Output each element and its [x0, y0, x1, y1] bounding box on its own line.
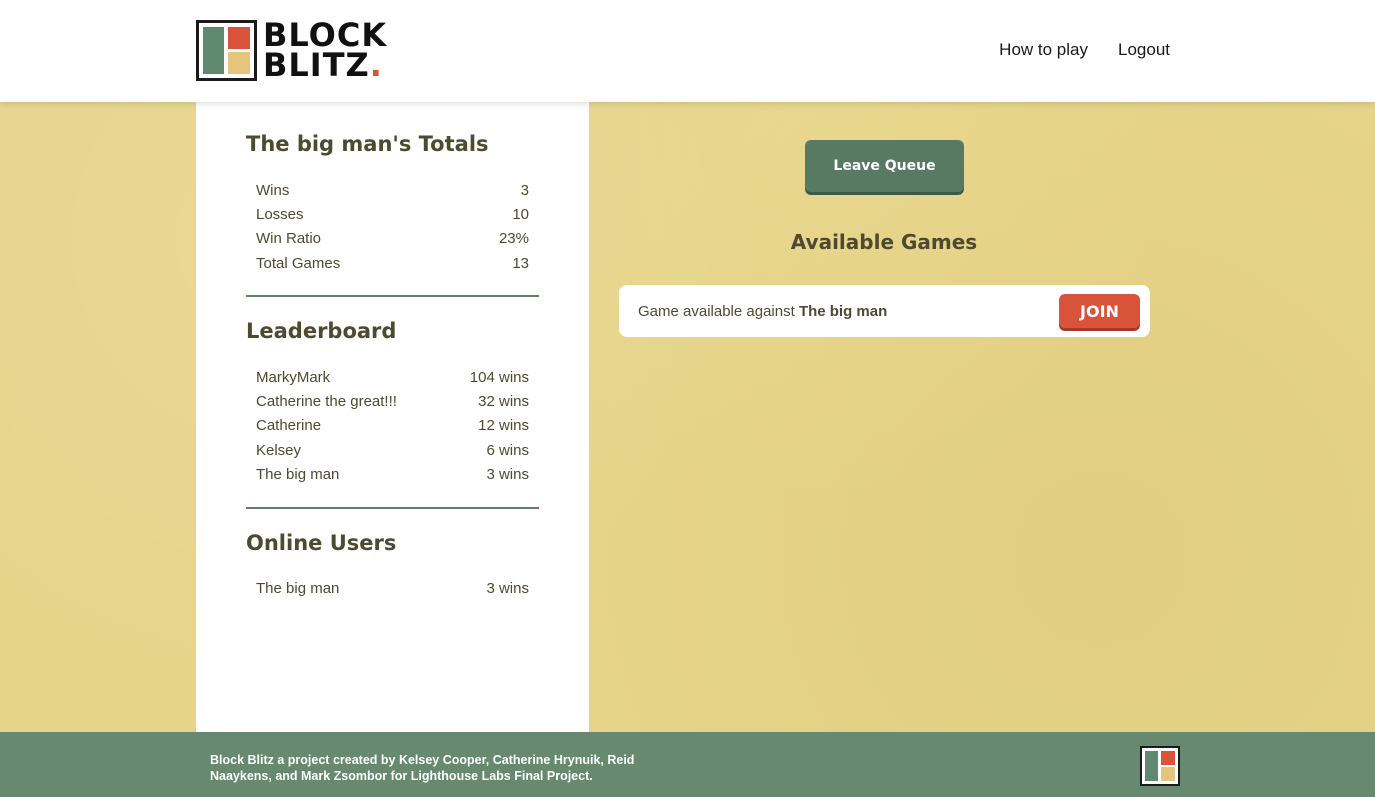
stat-value: 13	[512, 254, 529, 272]
stat-label: Wins	[256, 181, 290, 199]
leaderboard-row: Kelsey 6 wins	[246, 438, 539, 462]
leave-queue-button[interactable]: Leave Queue	[805, 140, 964, 192]
online-users-title: Online Users	[246, 530, 397, 555]
stat-row-wins: Wins 3	[246, 178, 539, 202]
player-name: The big man	[256, 466, 340, 484]
game-opponent: The big man	[798, 302, 888, 320]
leaderboard-row: The big man 3 wins	[246, 462, 539, 486]
site-header: BLOCK BLITZ. How to play Logout	[0, 0, 1375, 102]
logo-dot: .	[369, 46, 383, 84]
leaderboard-list: MarkyMark 104 wins Catherine the great!!…	[246, 365, 539, 486]
leaderboard-row: Catherine the great!!! 32 wins	[246, 389, 539, 413]
player-wins: 3 wins	[486, 466, 529, 484]
logout-link[interactable]: Logout	[1118, 40, 1170, 60]
footer-logo-icon	[1140, 746, 1180, 786]
top-nav: How to play Logout	[999, 40, 1170, 60]
leaderboard-title: Leaderboard	[246, 319, 397, 344]
stat-row-total-games: Total Games 13	[246, 251, 539, 275]
stat-value: 10	[512, 205, 529, 223]
section-divider	[246, 295, 539, 298]
stat-label: Losses	[256, 205, 304, 223]
stat-label: Total Games	[256, 254, 341, 272]
footer-credits: Block Blitz a project created by Kelsey …	[210, 752, 640, 784]
game-description: Game available against The big man	[638, 303, 887, 320]
available-games-title: Available Games	[790, 230, 978, 254]
section-divider	[246, 506, 539, 509]
player-wins: 32 wins	[478, 393, 529, 411]
footer-credits-line-2: Naaykens, and Mark Zsombor for Lighthous…	[210, 769, 593, 783]
totals-list: Wins 3 Losses 10 Win Ratio 23% Total Gam…	[246, 178, 539, 275]
stat-value: 3	[520, 181, 529, 199]
sidebar: The big man's Totals Wins 3 Losses 10 Wi…	[196, 102, 589, 732]
totals-title: The big man's Totals	[246, 132, 489, 156]
player-wins: 12 wins	[478, 417, 529, 435]
user-name: The big man	[256, 580, 340, 598]
player-name: Catherine the great!!!	[256, 393, 397, 411]
player-name: MarkyMark	[256, 368, 331, 386]
online-user-row: The big man 3 wins	[246, 577, 539, 601]
user-wins: 3 wins	[486, 580, 529, 598]
footer-credits-line-1: Block Blitz a project created by Kelsey …	[210, 753, 635, 767]
how-to-play-link[interactable]: How to play	[999, 40, 1088, 60]
stat-row-losses: Losses 10	[246, 202, 539, 226]
game-prefix: Game available against	[638, 302, 795, 320]
site-footer: Block Blitz a project created by Kelsey …	[0, 732, 1375, 797]
logo-line-2: BLITZ	[263, 46, 370, 84]
stat-value: 23%	[498, 230, 529, 248]
online-users-list: The big man 3 wins	[246, 577, 539, 601]
stat-label: Win Ratio	[256, 230, 322, 248]
main-content: Leave Queue Available Games Game availab…	[589, 102, 1179, 732]
logo-mark-icon	[196, 19, 257, 81]
player-name: Kelsey	[256, 441, 302, 459]
block-blitz-logo[interactable]: BLOCK BLITZ.	[196, 18, 406, 82]
game-card: Game available against The big man JOIN	[619, 285, 1150, 337]
player-name: Catherine	[256, 417, 322, 435]
stat-row-win-ratio: Win Ratio 23%	[246, 227, 539, 251]
join-game-button[interactable]: JOIN	[1059, 294, 1140, 328]
leaderboard-row: MarkyMark 104 wins	[246, 365, 539, 389]
logo-wordmark: BLOCK BLITZ.	[263, 19, 387, 81]
player-wins: 104 wins	[469, 368, 529, 386]
player-wins: 6 wins	[486, 441, 529, 459]
leaderboard-row: Catherine 12 wins	[246, 414, 539, 438]
